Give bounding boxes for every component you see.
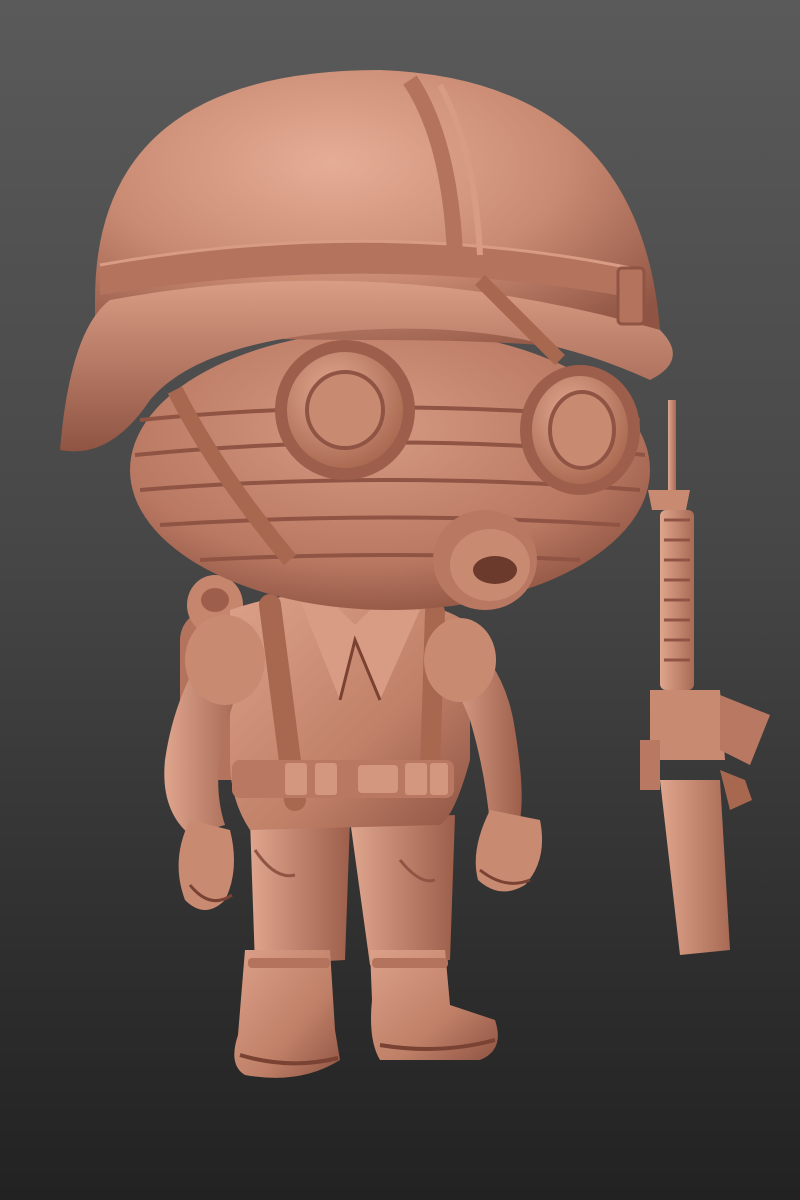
rifle xyxy=(640,400,770,955)
sculpt-render xyxy=(60,70,770,1078)
render-viewport xyxy=(0,0,800,1200)
torso-jacket xyxy=(230,594,470,830)
legs xyxy=(250,815,455,965)
boots xyxy=(234,950,498,1078)
goggle-right xyxy=(520,365,640,495)
goggle-left xyxy=(275,340,415,480)
mask-filter xyxy=(433,510,537,610)
